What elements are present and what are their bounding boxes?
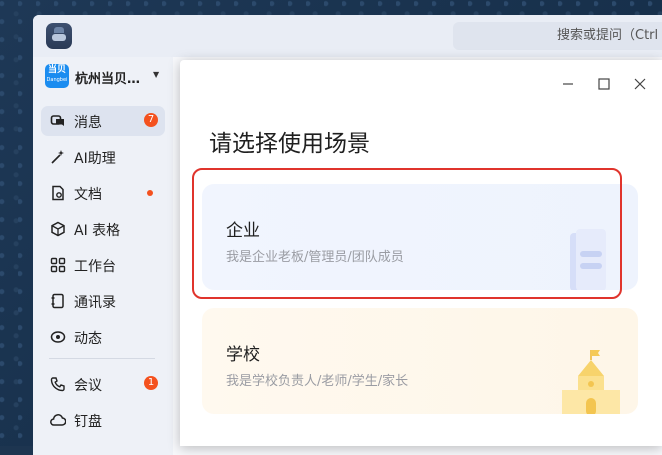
unread-badge: 1 <box>144 376 158 390</box>
school-illustration-icon <box>562 350 620 414</box>
sidebar-item-label: AI 表格 <box>74 223 121 239</box>
unread-badge: 7 <box>144 113 158 127</box>
org-switcher[interactable]: 当贝 Dangbei 杭州当贝… ▼ <box>45 64 165 90</box>
selection-highlight <box>192 168 622 299</box>
phone-icon <box>50 376 66 392</box>
minimize-icon[interactable] <box>558 74 578 94</box>
sidebar-item-label: AI助理 <box>74 151 116 167</box>
eye-icon <box>50 329 66 345</box>
scene-card-school[interactable]: 学校 我是学校负责人/老师/学生/家长 <box>202 308 638 414</box>
cube-icon <box>50 221 66 237</box>
chat-icon <box>50 113 66 129</box>
sidebar-nav: 消息 7 AI助理 文档 AI 表格 工作台 通讯录 动态 会议 1 钉盘 <box>41 106 165 441</box>
sidebar-divider <box>49 358 155 359</box>
sidebar-item-moments[interactable]: 动态 <box>41 322 165 352</box>
sparkle-wand-icon <box>50 149 66 165</box>
sidebar-item-label: 通讯录 <box>74 295 116 311</box>
sidebar-item-label: 文档 <box>74 187 102 203</box>
document-icon <box>50 185 66 201</box>
new-dot <box>147 190 153 196</box>
contacts-book-icon <box>50 293 66 309</box>
sidebar-item-meetings[interactable]: 会议 1 <box>41 369 165 399</box>
search-input[interactable]: 搜索或提问（Ctrl <box>453 22 662 50</box>
sidebar-item-label: 会议 <box>74 378 102 394</box>
sidebar-item-ai-table[interactable]: AI 表格 <box>41 214 165 244</box>
maximize-icon[interactable] <box>594 74 614 94</box>
sidebar-item-workbench[interactable]: 工作台 <box>41 250 165 280</box>
org-logo: 当贝 Dangbei <box>45 64 69 88</box>
sidebar-item-label: 消息 <box>74 115 102 131</box>
top-bar: 搜索或提问（Ctrl <box>33 15 662 57</box>
cloud-drive-icon <box>50 412 66 428</box>
app-avatar-icon[interactable] <box>46 23 72 49</box>
card-title: 学校 <box>226 345 260 365</box>
sidebar-item-messages[interactable]: 消息 7 <box>41 106 165 136</box>
sidebar-item-ai-assistant[interactable]: AI助理 <box>41 142 165 172</box>
sidebar-item-label: 动态 <box>74 331 102 347</box>
sidebar: 当贝 Dangbei 杭州当贝… ▼ 消息 7 AI助理 文档 AI 表格 工作… <box>33 57 173 455</box>
org-name: 杭州当贝… <box>75 72 141 87</box>
dialog-title: 请选择使用场景 <box>209 131 370 157</box>
sidebar-item-label: 钉盘 <box>74 414 102 430</box>
sidebar-item-drive[interactable]: 钉盘 <box>41 405 165 435</box>
close-icon[interactable] <box>630 74 650 94</box>
grid-icon <box>50 257 66 273</box>
caret-down-icon[interactable]: ▼ <box>153 70 159 79</box>
sidebar-item-label: 工作台 <box>74 259 116 275</box>
sidebar-item-docs[interactable]: 文档 <box>41 178 165 208</box>
card-description: 我是学校负责人/老师/学生/家长 <box>226 374 409 389</box>
sidebar-item-contacts[interactable]: 通讯录 <box>41 286 165 316</box>
